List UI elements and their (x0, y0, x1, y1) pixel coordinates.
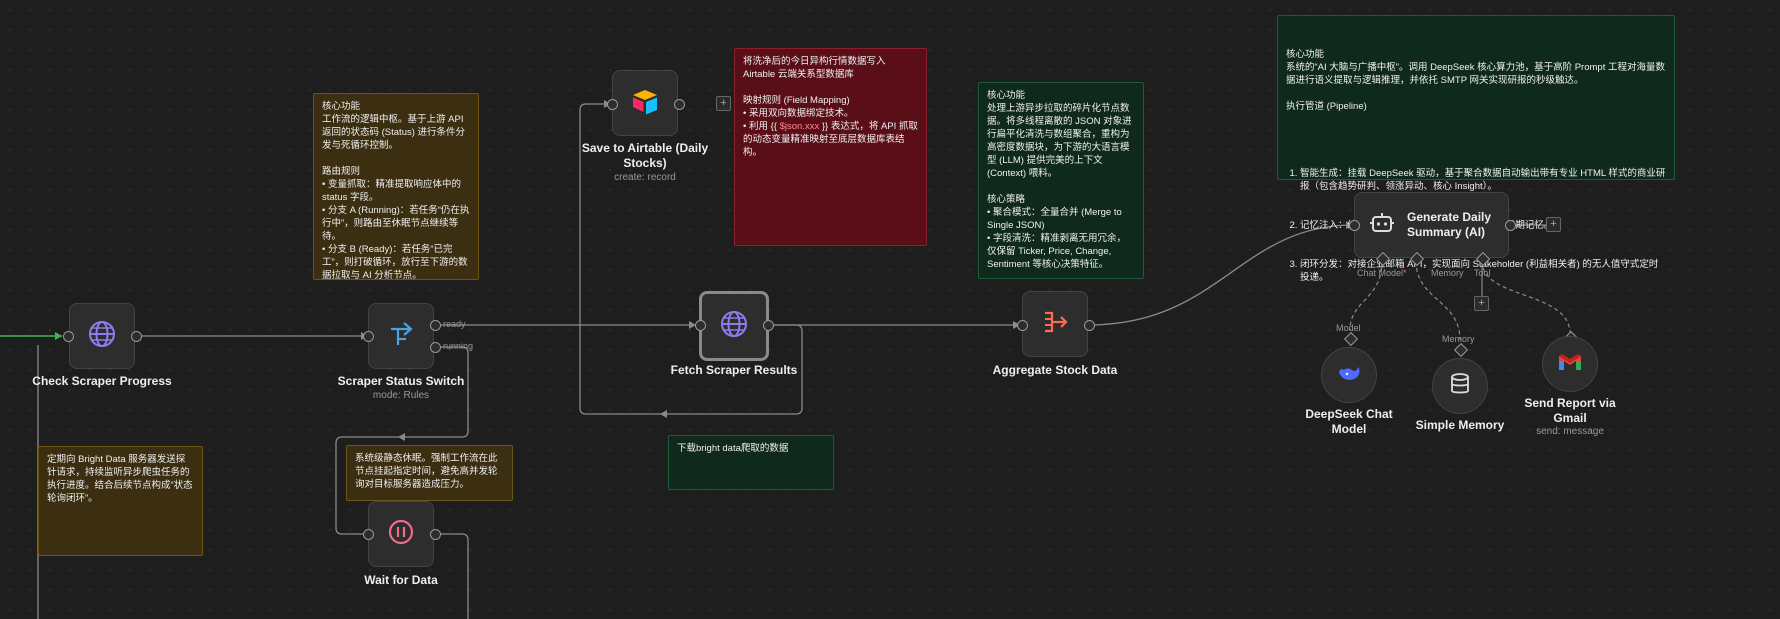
robot-icon (1369, 210, 1395, 241)
deepseek-whale-icon (1336, 360, 1362, 391)
node-send-report-gmail[interactable] (1542, 336, 1598, 392)
input-port[interactable] (695, 320, 706, 331)
node-deepseek-chat-model[interactable] (1321, 347, 1377, 403)
note-fetch[interactable]: 下载bright data爬取的数据 (668, 435, 834, 490)
node-title: Send Report via Gmail (1524, 396, 1616, 425)
gmail-icon (1557, 352, 1583, 377)
output-port[interactable] (763, 320, 774, 331)
input-port[interactable] (363, 529, 374, 540)
input-port[interactable] (607, 99, 618, 110)
edge-arrow (398, 433, 405, 441)
edge-arrow (660, 410, 667, 418)
note-airtable-code: $json.xxx (779, 121, 820, 132)
input-port[interactable] (63, 331, 74, 342)
input-port[interactable] (363, 331, 374, 342)
node-simple-memory[interactable] (1432, 358, 1488, 414)
node-subtitle: mode: Rules (372, 390, 430, 401)
node-generate-daily-summary[interactable]: Generate Daily Summary (AI) (1354, 192, 1509, 258)
node-subtitle: send: message (1536, 426, 1604, 437)
switch-icon (386, 319, 416, 354)
globe-icon (719, 309, 749, 344)
node-check-scraper-progress[interactable] (69, 303, 135, 369)
globe-icon (87, 319, 117, 354)
edge-incoming-arrow (55, 332, 62, 340)
node-title: Simple Memory (1415, 418, 1505, 432)
node-title: Fetch Scraper Results (670, 363, 798, 377)
memory-input-label: Memory (1442, 334, 1475, 344)
output-port[interactable] (1084, 320, 1095, 331)
node-title: Check Scraper Progress (32, 374, 172, 388)
chat-model-label: Chat Model* (1357, 268, 1407, 278)
node-title: Wait for Data (364, 573, 438, 587)
pause-icon (387, 518, 415, 551)
node-scraper-status-switch[interactable] (368, 303, 434, 369)
note-check-progress[interactable]: 定期向 Bright Data 服务器发送探针请求，持续监听异步爬虫任务的执行进… (38, 446, 203, 556)
input-port[interactable] (1017, 320, 1028, 331)
note-agent-head: 核心功能 系统的“AI 大脑与广播中枢”。调用 DeepSeek 核心算力池，基… (1286, 49, 1665, 112)
input-port[interactable] (1349, 220, 1360, 231)
model-input-label: Model (1336, 323, 1361, 333)
workflow-canvas[interactable]: 核心功能 工作流的逻辑中枢。基于上游 API 返回的状态码 (Status) 进… (0, 0, 1780, 619)
memory-input-connector[interactable] (1453, 342, 1469, 358)
node-title: DeepSeek Chat Model (1305, 407, 1393, 436)
node-title: Scraper Status Switch (337, 374, 465, 388)
node-title: Aggregate Stock Data (992, 363, 1118, 377)
node-title: Generate Daily Summary (AI) (1407, 210, 1492, 239)
note-wait[interactable]: 系统级静态休眠。强制工作流在此节点挂起指定时间，避免高并发轮询对目标服务器造成压… (346, 445, 513, 501)
node-fetch-scraper-results[interactable] (699, 291, 769, 361)
note-agent-item: 智能生成：挂载 DeepSeek 驱动，基于聚合数据自动输出带有专业 HTML … (1300, 167, 1666, 193)
add-tool-button[interactable]: + (1474, 296, 1489, 311)
node-title: Save to Airtable (Daily Stocks) (581, 141, 709, 170)
node-wait-for-data[interactable] (368, 501, 434, 567)
add-node-button[interactable]: + (716, 96, 731, 111)
output-port[interactable] (430, 529, 441, 540)
database-icon (1448, 372, 1472, 401)
node-subtitle: create: record (614, 172, 676, 183)
required-mark: * (1403, 268, 1407, 278)
note-airtable-mapping[interactable]: 将洗净后的今日异构行情数据写入 Airtable 云端关系型数据库 映射规则 (… (734, 48, 927, 246)
tool-label: Tool (1474, 268, 1491, 278)
note-switch-logic[interactable]: 核心功能 工作流的逻辑中枢。基于上游 API 返回的状态码 (Status) 进… (313, 93, 479, 281)
airtable-icon (630, 86, 660, 121)
output-label-ready: ready (443, 319, 466, 329)
note-agent[interactable]: 核心功能 系统的“AI 大脑与广播中枢”。调用 DeepSeek 核心算力池，基… (1277, 15, 1675, 283)
output-port-ready[interactable] (430, 320, 441, 331)
note-aggregate[interactable]: 核心功能 处理上游异步拉取的碎片化节点数据。将多线程离散的 JSON 对象进行扁… (978, 82, 1144, 279)
aggregate-icon (1040, 307, 1070, 342)
add-node-button[interactable]: + (1546, 217, 1561, 232)
node-save-to-airtable[interactable] (612, 70, 678, 136)
output-port[interactable] (1505, 220, 1516, 231)
chat-model-text: Chat Model (1357, 268, 1404, 278)
node-aggregate-stock-data[interactable] (1022, 291, 1088, 357)
output-label-running: running (443, 341, 474, 351)
output-port[interactable] (131, 331, 142, 342)
output-port-running[interactable] (430, 342, 441, 353)
memory-label: Memory (1431, 268, 1464, 278)
output-port[interactable] (674, 99, 685, 110)
